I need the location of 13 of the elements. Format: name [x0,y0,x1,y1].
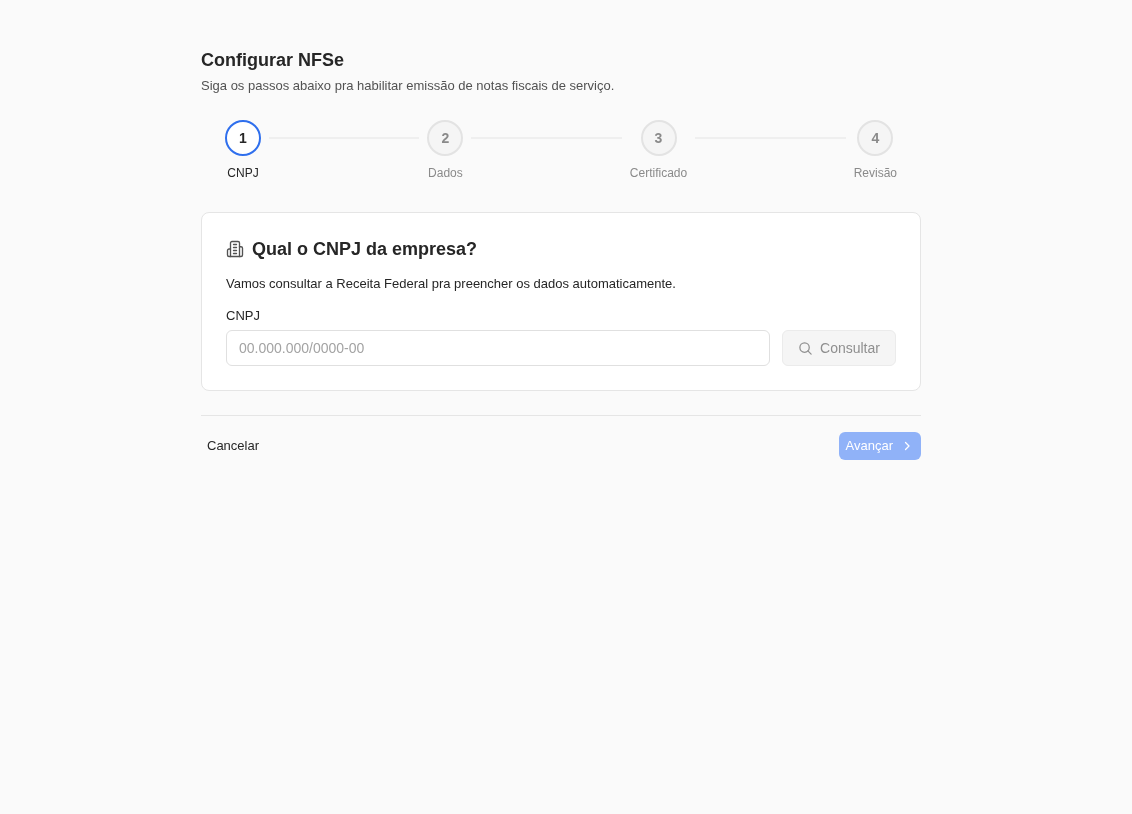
page-title: Configurar NFSe [201,49,344,72]
field-label: CNPJ [226,307,260,325]
card-description: Vamos consultar a Receita Federal pra preencher os dados automaticamente. [226,275,676,293]
cancel-button[interactable]: Cancelar [201,432,266,460]
step-label: Revisão [853,165,897,181]
search-icon [798,340,814,356]
step-label: CNPJ [227,165,259,181]
step-label: Dados [428,165,463,181]
step-label: Certificado [629,165,688,181]
card-title: Qual o CNPJ da empresa? [252,238,478,261]
cnpj-input[interactable]: 00.000.000/0000-00 [226,330,770,366]
building-icon [226,240,244,258]
page-subtitle: Siga os passos abaixo pra habilitar emissão de notas fiscais de serviço. [201,77,615,95]
